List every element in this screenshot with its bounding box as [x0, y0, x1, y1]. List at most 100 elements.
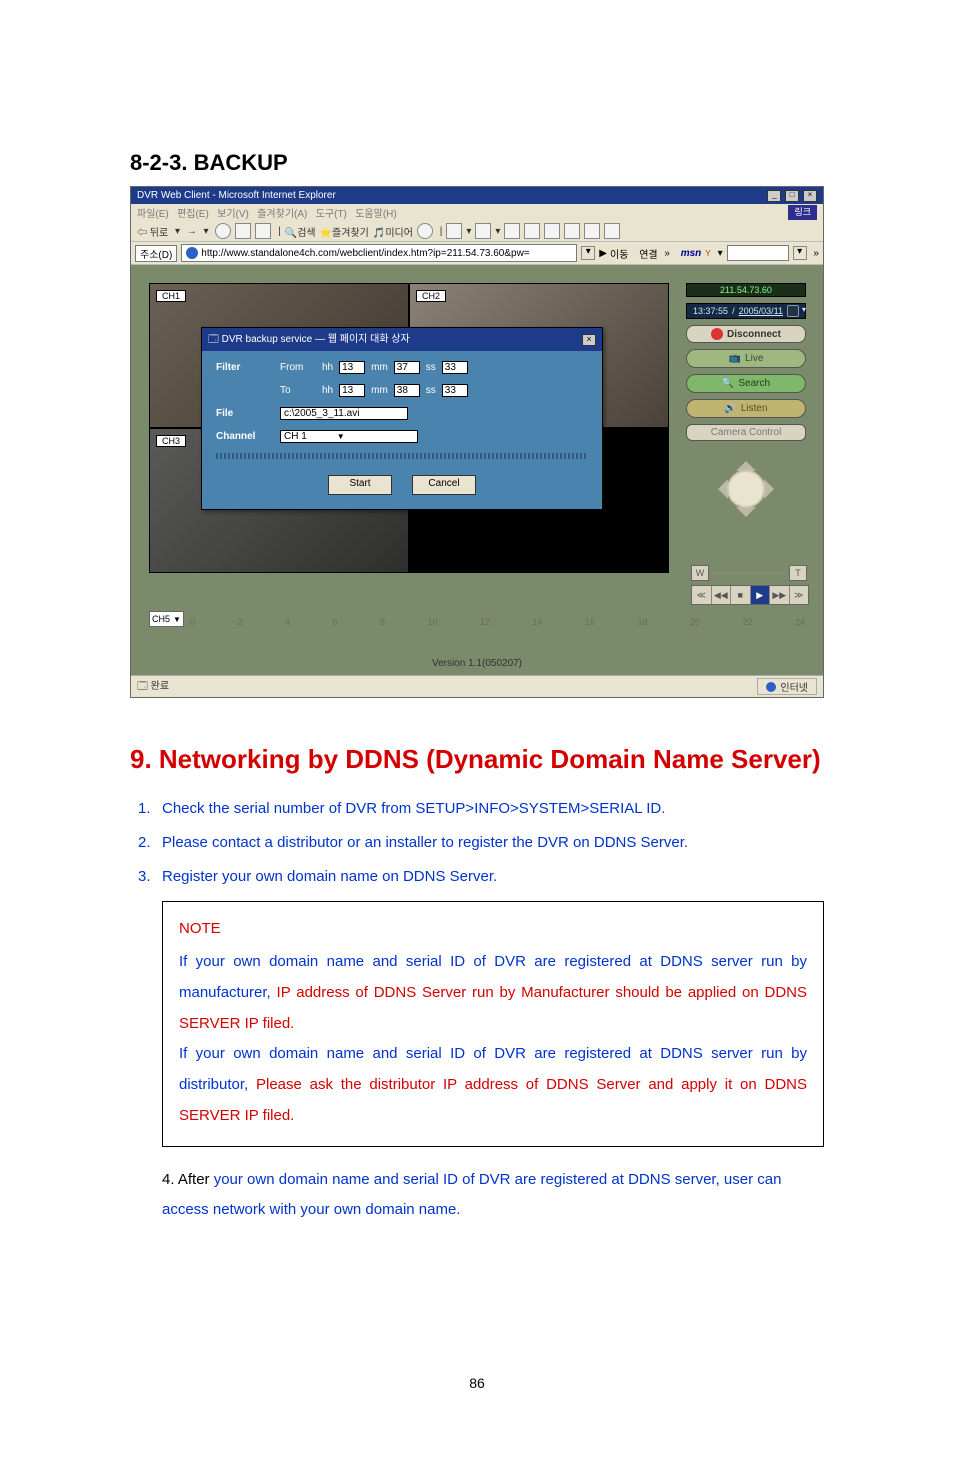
mm-label-1: mm: [371, 362, 388, 373]
pb-next-icon[interactable]: ▶▶: [770, 586, 790, 604]
minimize-icon[interactable]: _: [767, 190, 781, 202]
heading-ddns: 9. Networking by DDNS (Dynamic Domain Na…: [130, 734, 824, 785]
msn-chevron[interactable]: »: [811, 248, 819, 259]
menu-file[interactable]: 파일(E): [137, 209, 169, 220]
tick: 22: [742, 617, 752, 627]
menu-items[interactable]: 파일(E) 편집(E) 보기(V) 즐겨찾기(A) 도구(T) 도움말(H): [137, 205, 397, 220]
ptz-left-icon[interactable]: [708, 479, 728, 499]
favorites-btn[interactable]: ⭐즐겨찾기: [320, 224, 369, 239]
window-buttons[interactable]: _ □ ×: [766, 189, 817, 202]
stop-icon[interactable]: [215, 223, 231, 239]
pb-prev-icon[interactable]: ◀◀: [712, 586, 732, 604]
ch2-label: CH2: [416, 290, 446, 302]
msg-icon[interactable]: [544, 223, 560, 239]
search-button[interactable]: 🔍 Search: [686, 374, 806, 393]
menu-help[interactable]: 도움말(H): [355, 209, 396, 220]
mail-icon[interactable]: [446, 223, 462, 239]
dialog-close-icon[interactable]: ×: [582, 334, 596, 346]
refresh-icon[interactable]: [235, 223, 251, 239]
note-title: NOTE: [179, 914, 807, 945]
zoom-tele-button[interactable]: T: [789, 565, 807, 581]
media-btn[interactable]: 🎵미디어: [373, 224, 413, 239]
back-label[interactable]: ⇦ 뒤로: [137, 224, 168, 239]
titlebar: DVR Web Client - Microsoft Internet Expl…: [131, 187, 823, 204]
timeline-ticks: 0 2 4 6 8 10 12 14 16 18 20 22 24: [190, 617, 805, 627]
side-panel: 211.54.73.60 13:37:55/ 2005/03/11 Discon…: [687, 283, 805, 529]
zoom-wide-button[interactable]: W: [691, 565, 709, 581]
maximize-icon[interactable]: □: [785, 190, 799, 202]
menu-view[interactable]: 보기(V): [217, 209, 249, 220]
backup-dialog: 🗔 DVR backup service — 웹 페이지 대화 상자 × Fil…: [201, 327, 603, 510]
msn-label: msn: [681, 248, 702, 259]
pb-last-icon[interactable]: ≫: [790, 586, 809, 604]
tick: 18: [637, 617, 647, 627]
menu-fav[interactable]: 즐겨찾기(A): [257, 209, 307, 220]
file-input[interactable]: c:\2005_3_11.avi: [280, 407, 408, 420]
addr-dropdown-icon[interactable]: ▾: [581, 246, 595, 260]
chevron-down-icon: ▼: [337, 432, 345, 441]
channel-select[interactable]: CH 1 ▼: [280, 430, 418, 443]
address-field[interactable]: http://www.standalone4ch.com/webclient/i…: [181, 244, 577, 262]
ptz-up-icon[interactable]: [736, 451, 756, 471]
section-heading: 8-2-3. BACKUP: [130, 150, 824, 176]
ptz-down-icon[interactable]: [736, 507, 756, 527]
to-label: To: [280, 385, 316, 396]
menubar: 파일(E) 편집(E) 보기(V) 즐겨찾기(A) 도구(T) 도움말(H) 링…: [131, 204, 823, 221]
menu-tools[interactable]: 도구(T): [316, 209, 347, 220]
discuss-icon[interactable]: [524, 223, 540, 239]
ptz-center-icon[interactable]: [727, 470, 765, 508]
timeline-channel-select[interactable]: CH5▼: [149, 611, 184, 627]
to-mm-input[interactable]: 38: [394, 384, 420, 397]
tick: 20: [690, 617, 700, 627]
step-1: 1.Check the serial number of DVR from SE…: [162, 799, 824, 819]
page-number: 86: [130, 1375, 824, 1391]
listen-button[interactable]: 🔊 Listen: [686, 399, 806, 418]
forward-icon[interactable]: →: [187, 226, 197, 237]
menu-edit[interactable]: 편집(E): [177, 209, 209, 220]
from-mm-input[interactable]: 37: [394, 361, 420, 374]
msn-field[interactable]: [727, 245, 789, 261]
address-label: 주소(D): [135, 245, 177, 262]
datetime-display[interactable]: 13:37:55/ 2005/03/11: [686, 303, 806, 319]
tick: 16: [585, 617, 595, 627]
print-icon[interactable]: [475, 223, 491, 239]
tick: 0: [190, 617, 195, 627]
cancel-button[interactable]: Cancel: [412, 475, 476, 495]
to-ss-input[interactable]: 33: [442, 384, 468, 397]
step-2: 2.Please contact a distributor or an ins…: [162, 833, 824, 853]
links-bar[interactable]: 링크: [788, 205, 817, 220]
home-icon[interactable]: [255, 223, 271, 239]
ext1-icon[interactable]: [564, 223, 580, 239]
live-button[interactable]: 📺 Live: [686, 349, 806, 368]
zoom-slider[interactable]: [712, 572, 786, 574]
pb-play-icon[interactable]: ▶: [751, 586, 771, 604]
pb-stop-icon[interactable]: ■: [731, 586, 751, 604]
hh-label-1: hh: [322, 362, 333, 373]
dialog-titlebar: 🗔 DVR backup service — 웹 페이지 대화 상자 ×: [202, 328, 602, 351]
links-expand[interactable]: »: [662, 248, 670, 259]
disconnect-button[interactable]: Disconnect: [686, 325, 806, 343]
links-label[interactable]: 연결: [639, 246, 657, 261]
client-area: CH1 CH2 CH3 🗔 DVR backup service — 웹 페이지…: [131, 265, 823, 675]
start-button[interactable]: Start: [328, 475, 392, 495]
from-ss-input[interactable]: 33: [442, 361, 468, 374]
ext3-icon[interactable]: [604, 223, 620, 239]
from-hh-input[interactable]: 13: [339, 361, 365, 374]
ch3-label: CH3: [156, 435, 186, 447]
ptz-right-icon[interactable]: [764, 479, 784, 499]
edit-icon[interactable]: [504, 223, 520, 239]
search-btn[interactable]: 🔍검색: [285, 224, 316, 239]
mm-label-2: mm: [371, 385, 388, 396]
msn-dropdown-icon[interactable]: ▾: [793, 246, 807, 260]
history-icon[interactable]: [417, 223, 433, 239]
ip-display: 211.54.73.60: [686, 283, 806, 297]
to-hh-input[interactable]: 13: [339, 384, 365, 397]
channel-label: Channel: [216, 431, 274, 442]
status-zone: 인터넷: [757, 678, 817, 695]
ptz-dpad[interactable]: [706, 449, 786, 529]
close-icon[interactable]: ×: [803, 190, 817, 202]
calendar-icon[interactable]: [787, 305, 799, 317]
ext2-icon[interactable]: [584, 223, 600, 239]
go-button[interactable]: ▶이동: [599, 246, 628, 261]
pb-first-icon[interactable]: ≪: [692, 586, 712, 604]
